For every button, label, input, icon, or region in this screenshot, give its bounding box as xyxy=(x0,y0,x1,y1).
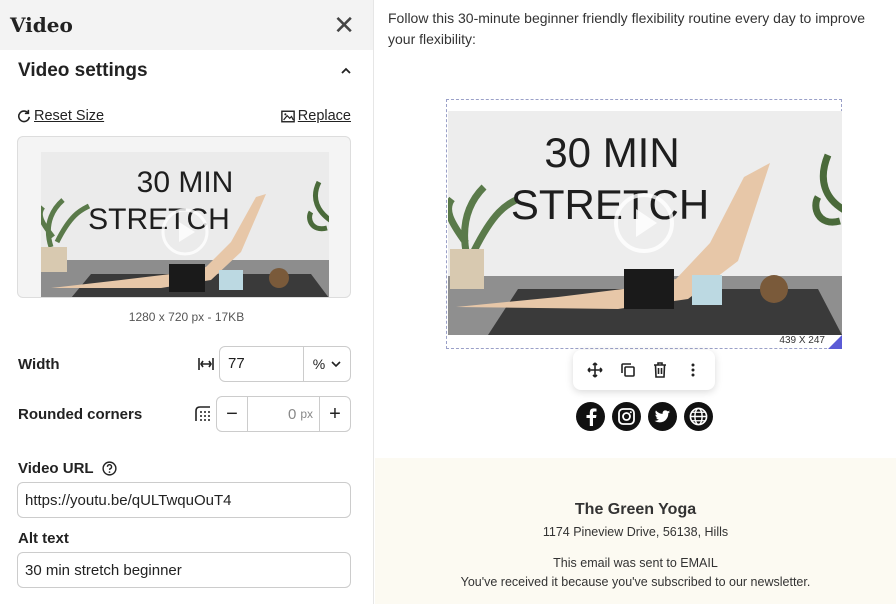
video-thumbnail[interactable]: 30 MIN STRETCH xyxy=(448,111,842,335)
width-unit-select[interactable]: % xyxy=(304,347,350,381)
thumbnail-image: 30 MIN STRETCH xyxy=(41,152,329,297)
corners-input[interactable]: 0 px xyxy=(247,397,320,431)
more-icon[interactable] xyxy=(681,358,705,382)
image-icon xyxy=(280,110,295,122)
move-icon[interactable] xyxy=(583,358,607,382)
corners-value: 0 xyxy=(287,405,297,423)
width-input-group: 77 % xyxy=(219,346,351,382)
chevron-up-icon[interactable] xyxy=(341,66,351,76)
intro-text[interactable]: Follow this 30-minute beginner friendly … xyxy=(388,8,888,50)
facebook-icon[interactable] xyxy=(576,402,605,431)
image-actions: Reset Size Replace xyxy=(0,108,373,124)
thumb-title-line2: STRETCH xyxy=(88,203,230,236)
replace-label: Replace xyxy=(297,108,351,124)
video-title-line2: STRETCH xyxy=(511,181,709,228)
decrement-button[interactable]: − xyxy=(217,397,247,431)
email-canvas: Follow this 30-minute beginner friendly … xyxy=(375,0,896,604)
help-icon[interactable] xyxy=(101,461,117,476)
email-footer: The Green Yoga 1174 Pineview Drive, 5613… xyxy=(375,458,896,604)
company-name: The Green Yoga xyxy=(574,501,697,518)
width-input[interactable]: 77 xyxy=(220,347,304,381)
globe-icon[interactable] xyxy=(684,402,713,431)
video-block[interactable]: 30 MIN STRETCH 439 X 247 xyxy=(446,99,842,349)
rounded-corners-label: Rounded corners xyxy=(18,405,143,423)
reset-size-label: Reset Size xyxy=(34,108,105,124)
video-settings-header[interactable]: Video settings xyxy=(0,59,373,83)
social-links xyxy=(576,402,713,431)
panel-header: Video ✕ xyxy=(0,0,373,50)
resize-handle[interactable] xyxy=(828,335,842,349)
refresh-icon xyxy=(18,109,31,123)
block-toolbar xyxy=(573,350,715,390)
video-thumbnail-preview: 30 MIN STRETCH xyxy=(17,136,351,298)
increment-button[interactable]: + xyxy=(320,397,350,431)
width-icon xyxy=(198,358,214,370)
video-url-label-row: Video URL xyxy=(0,460,373,477)
dimensions-label: 439 X 247 xyxy=(779,335,825,346)
duplicate-icon[interactable] xyxy=(616,358,640,382)
corners-stepper: − 0 px + xyxy=(216,396,351,432)
corners-icon xyxy=(195,406,210,421)
close-icon[interactable]: ✕ xyxy=(333,12,355,38)
trash-icon[interactable] xyxy=(648,358,672,382)
corners-unit: px xyxy=(300,407,313,421)
chevron-down-icon xyxy=(331,361,341,368)
width-row: Width 77 % xyxy=(0,346,373,382)
subscription-reason: You've received it because you've subscr… xyxy=(460,575,811,589)
panel-title: Video xyxy=(10,13,73,37)
video-url-label: Video URL xyxy=(18,460,94,477)
company-address: 1174 Pineview Drive, 56138, Hills xyxy=(542,525,729,539)
width-unit-value: % xyxy=(312,356,326,372)
video-title-line1: 30 MIN xyxy=(544,129,679,176)
section-title: Video settings xyxy=(18,60,148,81)
video-url-input[interactable]: https://youtu.be/qULTwquOuT4 xyxy=(17,482,351,518)
twitter-icon[interactable] xyxy=(648,402,677,431)
video-settings-panel: Video ✕ Video settings Reset Size Replac… xyxy=(0,0,374,604)
width-label: Width xyxy=(18,355,60,373)
thumb-title-line1: 30 MIN xyxy=(137,166,234,199)
instagram-icon[interactable] xyxy=(612,402,641,431)
alt-text-input[interactable]: 30 min stretch beginner xyxy=(17,552,351,588)
rounded-corners-row: Rounded corners − 0 px + xyxy=(0,396,373,432)
reset-size-button[interactable]: Reset Size xyxy=(17,108,104,124)
alt-text-label: Alt text xyxy=(18,530,69,547)
image-meta: 1280 x 720 px - 17KB xyxy=(128,310,245,324)
sent-to-text: This email was sent to EMAIL xyxy=(553,556,718,570)
replace-button[interactable]: Replace xyxy=(280,108,351,124)
